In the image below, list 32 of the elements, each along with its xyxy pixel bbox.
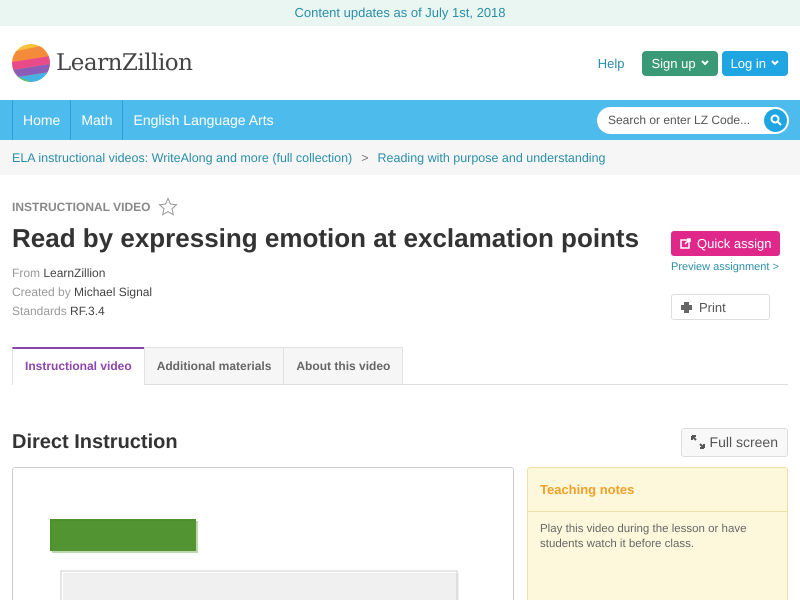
notes-title: Teaching notes [528,468,787,512]
meta-line: Standards RF.3.4 [12,303,106,320]
favorite-star-icon[interactable] [158,197,178,217]
meta-line: Created by Michael Signal [12,284,154,301]
chevron-down-icon [771,60,779,66]
log-in-button[interactable]: Log in [722,50,788,76]
breadcrumb-separator: > [361,150,369,164]
logo-icon [12,44,50,82]
chevron-down-icon [700,60,709,66]
full-screen-button[interactable]: Full screen [680,428,788,456]
print-button[interactable]: Print [671,294,770,320]
breadcrumb-link[interactable]: ELA instructional videos: WriteAlong and more (full collection) [12,150,352,164]
section-title: Direct Instruction [12,430,178,454]
update-notice: Content updates as of July 1st, 2018 [294,5,506,20]
tab[interactable]: Additional materials [144,347,284,384]
quick-assign-button[interactable]: Quick assign [671,231,780,256]
lesson-title: Read by expressing emotion at exclamation points [12,223,640,254]
breadcrumb-link[interactable]: Reading with purpose and understanding [378,150,606,164]
search-field[interactable]: Search or enter LZ Code... [597,106,789,134]
notes-text: Play this video during the lesson or have students watch it before class. [539,522,748,552]
meta-line: From LearnZillion [12,265,106,282]
sign-up-button[interactable]: Sign up [642,50,718,76]
printer-icon [681,302,692,312]
tab[interactable]: Instructional video [12,347,145,385]
share-icon [680,238,691,249]
expand-icon [690,435,705,449]
content-type-label: INSTRUCTIONAL VIDEO [12,200,150,214]
preview-assignment-link[interactable]: Preview assignment > [671,261,788,273]
search-icon[interactable] [764,108,787,132]
site-logo[interactable]: LearnZillion [56,50,192,76]
help-link[interactable]: Help [598,56,624,70]
tab[interactable]: About this video [283,347,404,384]
